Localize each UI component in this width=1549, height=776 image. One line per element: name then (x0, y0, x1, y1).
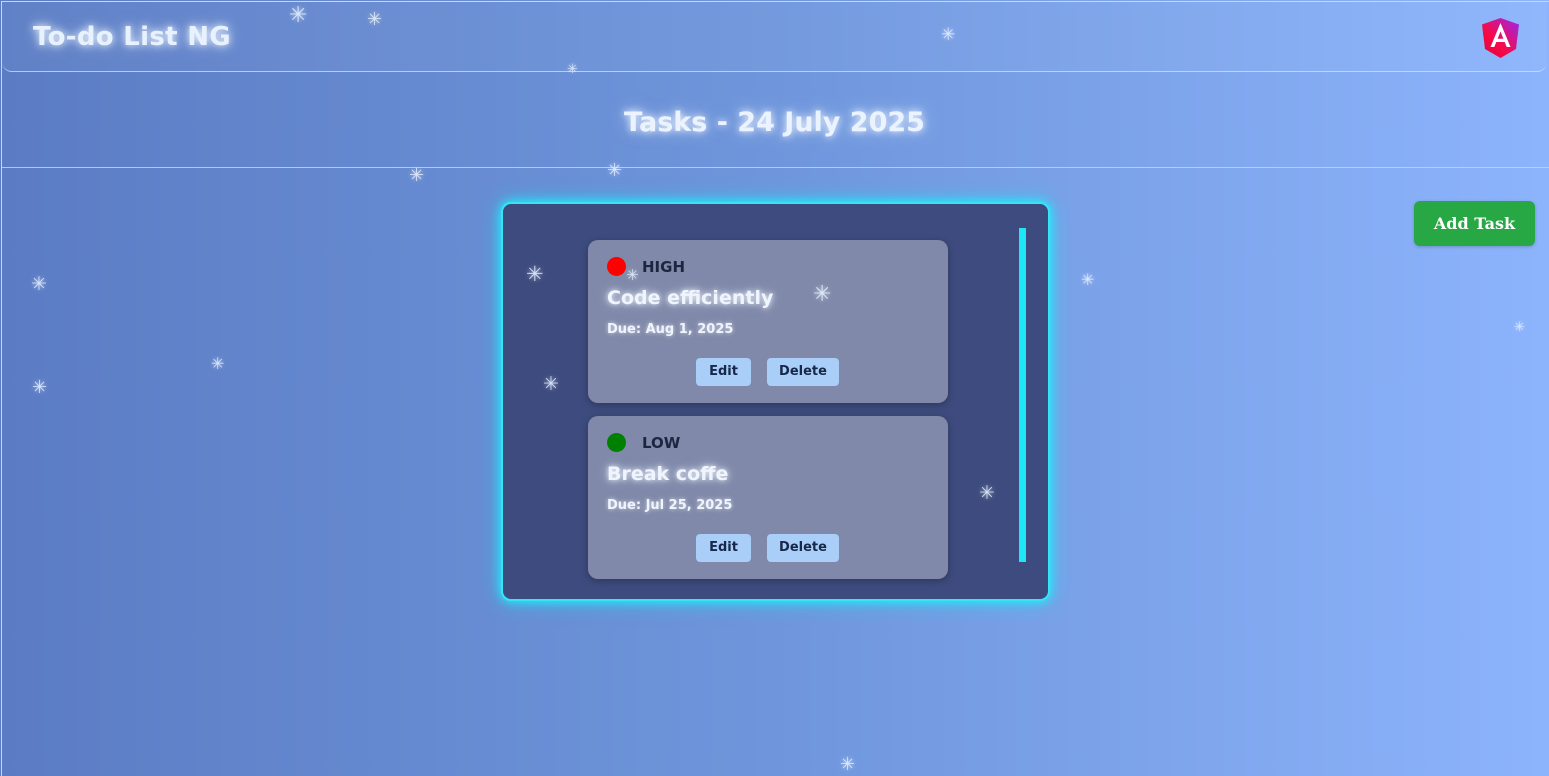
heading-divider (2, 167, 1549, 168)
add-task-button[interactable]: Add Task (1414, 201, 1535, 246)
scrollbar-thumb[interactable] (1019, 228, 1026, 562)
task-card: HIGH Code efficiently Due: Aug 1, 2025 E… (588, 240, 948, 403)
app-title: To-do List NG (33, 22, 231, 52)
task-list-panel[interactable]: HIGH Code efficiently Due: Aug 1, 2025 E… (501, 202, 1050, 601)
delete-button[interactable]: Delete (767, 534, 839, 562)
page-title: Tasks - 24 July 2025 (624, 107, 925, 138)
priority-label: HIGH (642, 258, 686, 276)
task-due-date: Due: Jul 25, 2025 (607, 498, 733, 513)
task-title: Break coffe (607, 463, 729, 485)
navbar: To-do List NG (2, 2, 1547, 72)
priority-indicator (607, 257, 626, 276)
edit-button[interactable]: Edit (696, 534, 751, 562)
edit-button[interactable]: Edit (696, 358, 751, 386)
angular-logo-icon[interactable] (1482, 18, 1519, 58)
task-due-date: Due: Aug 1, 2025 (607, 322, 734, 337)
priority-label: LOW (642, 434, 681, 452)
task-title: Code efficiently (607, 287, 774, 309)
task-card: LOW Break coffe Due: Jul 25, 2025 Edit D… (588, 416, 948, 579)
priority-indicator (607, 433, 626, 452)
delete-button[interactable]: Delete (767, 358, 839, 386)
